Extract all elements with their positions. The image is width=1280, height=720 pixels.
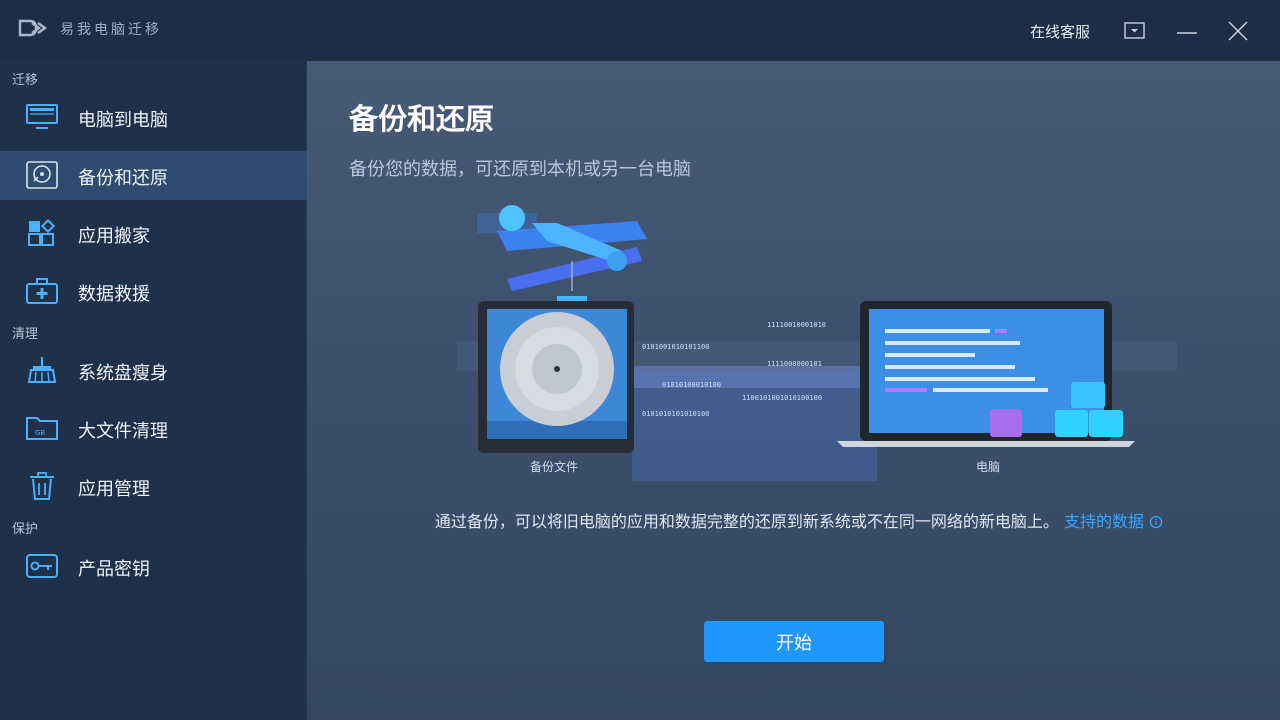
sidebar-item-label: 应用管理: [78, 479, 150, 500]
sidebar-item-app-migration[interactable]: 应用搬家: [0, 209, 307, 258]
binary-text: 01010100010100: [662, 381, 721, 389]
app-title: 易我电脑迁移: [60, 22, 162, 38]
sidebar-item-label: 数据救援: [78, 284, 150, 305]
sidebar-item-label: 系统盘瘦身: [78, 363, 168, 384]
sidebar-item-system-slim[interactable]: 系统盘瘦身: [0, 346, 307, 395]
sidebar-item-label: 产品密钥: [78, 559, 150, 580]
computer-caption: 电脑: [976, 460, 1001, 474]
online-support-link[interactable]: 在线客服: [1030, 21, 1090, 42]
backup-file-device: [478, 301, 634, 453]
app-logo-icon: [18, 19, 48, 37]
title-bar: 易我电脑迁移 在线客服: [0, 0, 1280, 61]
page-subtitle: 备份您的数据，可还原到本机或另一台电脑: [349, 159, 691, 180]
binary-text: 0101010101010100: [642, 410, 709, 418]
binary-text: 1111000000101: [767, 360, 822, 368]
sidebar-item-label: 备份和还原: [78, 168, 168, 189]
close-icon[interactable]: [1225, 18, 1251, 44]
sidebar-item-product-key[interactable]: 产品密钥: [0, 542, 307, 591]
backup-disc-icon: [26, 161, 58, 189]
backup-illustration: 11110010001010 0101001010101100 11110000…: [457, 205, 1177, 481]
page-title: 备份和还原: [349, 102, 495, 136]
binary-text: 1100101001010100100: [742, 394, 822, 402]
key-icon: [26, 554, 58, 578]
broom-icon: [27, 357, 57, 383]
description-text: 通过备份，可以将旧电脑的应用和数据完整的还原到新系统或不在同一网络的新电脑上。 …: [349, 509, 1249, 534]
minimize-icon[interactable]: [1174, 18, 1200, 44]
backup-file-caption: 备份文件: [530, 460, 579, 474]
description-body: 通过备份，可以将旧电脑的应用和数据完整的还原到新系统或不在同一网络的新电脑上。: [434, 512, 1059, 531]
binary-text: 0101001010101100: [642, 343, 709, 351]
section-label-protect: 保护: [12, 522, 39, 537]
first-aid-kit-icon: [26, 278, 58, 304]
sidebar-item-app-management[interactable]: 应用管理: [0, 462, 307, 511]
sidebar-item-data-rescue[interactable]: 数据救援: [0, 267, 307, 316]
start-button[interactable]: 开始: [704, 621, 884, 662]
info-icon: [1150, 515, 1163, 529]
sidebar-item-backup-restore[interactable]: 备份和还原: [0, 151, 307, 200]
svg-text:GB: GB: [35, 429, 45, 437]
sidebar-item-pc-to-pc[interactable]: 电脑到电脑: [0, 93, 307, 142]
folder-gb-icon: GB: [26, 417, 58, 440]
section-label-migrate: 迁移: [12, 73, 39, 88]
section-label-clean: 清理: [12, 327, 39, 342]
dropdown-menu-icon[interactable]: [1122, 18, 1148, 44]
sidebar-item-label: 电脑到电脑: [78, 110, 168, 131]
sidebar-item-label: 大文件清理: [78, 421, 168, 442]
apps-grid-icon: [28, 219, 56, 246]
laptop-device: [837, 301, 1135, 447]
monitor-icon: [26, 104, 58, 129]
supported-data-label: 支持的数据: [1064, 512, 1145, 531]
binary-text: 11110010001010: [767, 321, 826, 329]
main-panel: 备份和还原 备份您的数据，可还原到本机或另一台电脑 11110010001010…: [307, 61, 1280, 720]
sidebar-item-large-file-cleanup[interactable]: GB 大文件清理: [0, 404, 307, 453]
supported-data-link[interactable]: 支持的数据: [1064, 512, 1163, 531]
sidebar: 迁移 电脑到电脑 备份和还原 应用搬家 数据救援 清理 系统盘瘦身 GB 大文件…: [0, 61, 307, 720]
sidebar-item-label: 应用搬家: [78, 226, 150, 247]
trash-icon: [30, 472, 54, 500]
